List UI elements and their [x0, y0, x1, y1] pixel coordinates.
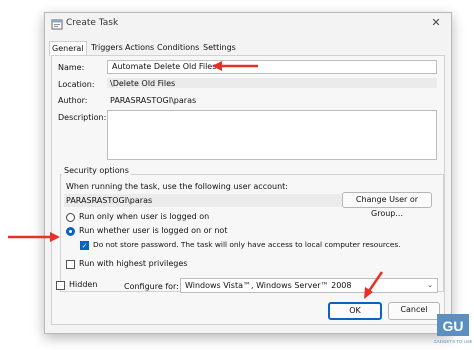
arrow-down-left-icon	[364, 271, 384, 299]
svg-text:GU: GU	[443, 318, 464, 334]
location-value: \Delete Old Files	[110, 79, 176, 88]
radio-whether-logged-on-label[interactable]: Run whether user is logged on or not	[79, 226, 227, 235]
name-label: Name:	[58, 63, 85, 72]
author-value: PARASRASTOGI\paras	[110, 96, 197, 105]
author-label: Author:	[58, 96, 88, 105]
account-prompt: When running the task, use the following…	[66, 182, 288, 191]
location-label: Location:	[58, 80, 95, 89]
svg-text:GADGETS TO USE: GADGETS TO USE	[434, 339, 472, 344]
change-user-button[interactable]: Change User or Group...	[342, 192, 432, 218]
configure-for-value: Windows Vista™, Windows Server™ 2008	[185, 281, 352, 290]
annotation-arrow-ok	[360, 270, 386, 300]
radio-logged-on[interactable]	[66, 213, 75, 222]
highest-privileges-label[interactable]: Run with highest privileges	[79, 259, 187, 268]
description-label: Description:	[58, 113, 107, 122]
description-input[interactable]	[107, 110, 437, 160]
configure-for-label: Configure for:	[124, 282, 179, 291]
chevron-down-icon: ⌄	[427, 281, 433, 289]
user-account-box: PARASRASTOGI\paras	[64, 194, 342, 207]
close-button[interactable]: ✕	[429, 16, 443, 30]
title-bar: Create Task ✕	[45, 13, 451, 35]
arrow-left-icon	[212, 61, 258, 71]
radio-logged-on-label[interactable]: Run only when user is logged on	[79, 212, 209, 221]
do-not-store-password-checkbox[interactable]: ✓	[80, 241, 89, 250]
task-scheduler-icon	[51, 19, 63, 30]
tab-settings[interactable]: Settings	[201, 41, 238, 54]
do-not-store-password-label[interactable]: Do not store password. The task will onl…	[93, 240, 401, 249]
tab-actions[interactable]: Actions	[123, 41, 156, 54]
window-title: Create Task	[66, 18, 119, 28]
cancel-button[interactable]: Cancel	[388, 302, 440, 320]
ok-button[interactable]: OK	[328, 302, 382, 320]
user-account-value: PARASRASTOGI\paras	[66, 196, 153, 205]
annotation-arrow-run-whether	[8, 228, 60, 242]
configure-for-select[interactable]: Windows Vista™, Windows Server™ 2008 ⌄	[180, 278, 438, 293]
annotation-arrow-name	[212, 61, 258, 71]
tab-conditions[interactable]: Conditions	[155, 41, 201, 54]
tab-triggers[interactable]: Triggers	[89, 41, 125, 54]
hidden-checkbox[interactable]	[56, 281, 65, 290]
watermark-logo: GU GADGETS TO USE	[433, 312, 473, 346]
arrow-right-icon	[8, 232, 60, 242]
highest-privileges-checkbox[interactable]	[66, 260, 75, 269]
radio-whether-logged-on[interactable]	[66, 227, 75, 236]
hidden-label[interactable]: Hidden	[69, 280, 97, 289]
gadgets-to-use-logo-icon: GU GADGETS TO USE	[433, 314, 473, 344]
security-group-label: Security options	[62, 166, 131, 175]
name-input[interactable]: Automate Delete Old Files	[107, 60, 437, 74]
tab-general[interactable]: General	[49, 41, 87, 56]
